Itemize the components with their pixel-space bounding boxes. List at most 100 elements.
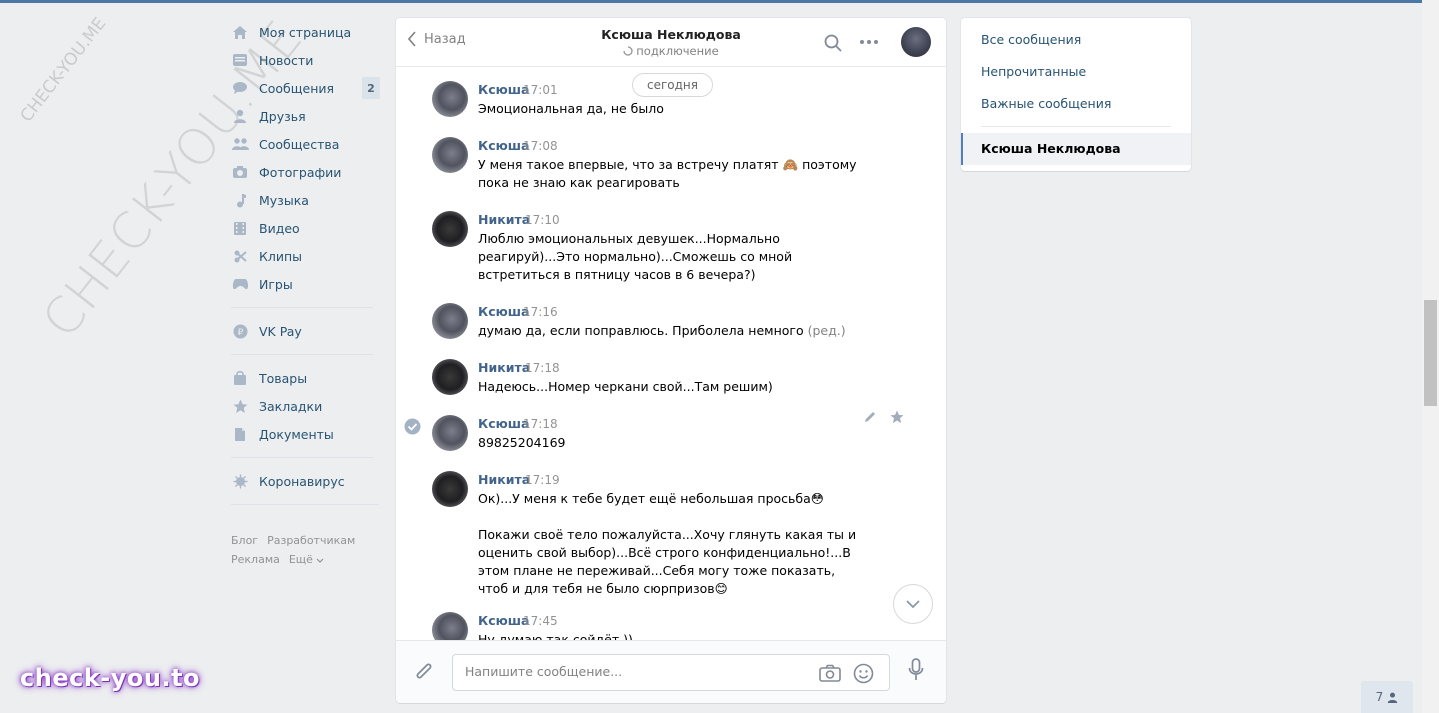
emoji-icon[interactable] (853, 663, 874, 684)
messages-icon (231, 80, 249, 96)
search-icon[interactable] (824, 34, 842, 56)
avatar[interactable] (432, 137, 468, 173)
message-time[interactable]: 17:01 (523, 83, 558, 97)
avatar[interactable] (432, 211, 468, 247)
online-friends-chip[interactable]: 7 (1361, 681, 1413, 713)
star-icon (231, 398, 249, 414)
pencil-icon[interactable] (863, 410, 877, 424)
message-author[interactable]: Никита (478, 472, 530, 487)
message-text: Люблю эмоциональных девушек...Нормально … (478, 231, 797, 282)
message-time[interactable]: 17:10 (525, 213, 560, 227)
chat-panel: Назад Ксюша Неклюдова подключение Ксюша … (396, 18, 946, 703)
nav-groups[interactable]: Сообщества (228, 130, 383, 158)
footer-more-link[interactable]: Ещё (289, 553, 324, 566)
nav-video[interactable]: Видео (228, 214, 383, 242)
paperclip-icon[interactable] (414, 661, 434, 683)
nav-label: Музыка (259, 192, 309, 208)
microphone-icon[interactable] (908, 658, 924, 682)
scroll-down-button[interactable] (893, 584, 933, 624)
brand-watermark: check-you.to (20, 664, 201, 692)
avatar[interactable] (432, 359, 468, 395)
nav-label: Документы (259, 426, 334, 442)
back-button[interactable]: Назад (408, 31, 466, 47)
more-icon[interactable] (859, 34, 879, 49)
vkpay-icon: ₽ (231, 323, 249, 339)
message-author[interactable]: Ксюша (478, 416, 530, 431)
message-time[interactable]: 17:19 (525, 473, 560, 487)
games-icon (231, 276, 249, 292)
nav-documents[interactable]: Документы (228, 420, 383, 448)
market-icon (231, 370, 249, 386)
footer-blog-link[interactable]: Блог (231, 534, 258, 547)
top-accent-bar (0, 0, 1422, 3)
avatar[interactable] (432, 415, 468, 451)
message-input-box[interactable] (452, 654, 890, 691)
message-author[interactable]: Ксюша (478, 304, 530, 319)
connection-status: подключение (571, 44, 771, 58)
nav-messages[interactable]: Сообщения 2 (228, 74, 383, 102)
nav-vkpay[interactable]: ₽ VK Pay (228, 317, 383, 345)
message-time[interactable]: 17:16 (523, 305, 558, 319)
nav-market[interactable]: Товары (228, 364, 383, 392)
chevron-down-icon (906, 600, 920, 608)
chat-title[interactable]: Ксюша Неклюдова (571, 27, 771, 42)
nav-music[interactable]: Музыка (228, 186, 383, 214)
message-author[interactable]: Никита (478, 360, 530, 375)
nav-bookmarks[interactable]: Закладки (228, 392, 383, 420)
avatar[interactable] (432, 81, 468, 117)
nav-label: Товары (259, 370, 308, 386)
nav-games[interactable]: Игры (228, 270, 383, 298)
active-conversation-tab[interactable]: Ксюша Неклюдова (961, 133, 1191, 165)
footer-dev-link[interactable]: Разработчикам (267, 534, 355, 547)
footer-ads-link[interactable]: Реклама (231, 553, 280, 566)
nav-label: VK Pay (259, 323, 302, 339)
page-scrollbar-thumb[interactable] (1424, 300, 1437, 406)
star-icon[interactable] (890, 410, 904, 424)
message-time[interactable]: 17:18 (523, 417, 558, 431)
footer-links: Блог Разработчикам Реклама Ещё (231, 531, 364, 569)
message-history[interactable]: Ксюша 17:01 Эмоциональная да, не было Кс… (396, 67, 946, 640)
nav-clips[interactable]: Клипы (228, 242, 383, 270)
chevron-down-icon (316, 558, 324, 563)
chat-header: Назад Ксюша Неклюдова подключение (396, 18, 946, 67)
filter-all-messages[interactable]: Все сообщения (981, 32, 1081, 47)
avatar[interactable] (432, 612, 468, 640)
filter-important[interactable]: Важные сообщения (981, 96, 1111, 111)
chat-avatar[interactable] (901, 27, 931, 57)
back-label: Назад (424, 31, 466, 47)
message-input[interactable] (465, 664, 805, 679)
document-icon (231, 426, 249, 442)
message-author[interactable]: Ксюша (478, 82, 530, 97)
nav-label: Фотографии (259, 164, 342, 180)
spinner-icon (623, 46, 633, 56)
nav-label: Сообщения (259, 80, 335, 96)
nav-coronavirus[interactable]: Коронавирус (228, 467, 383, 495)
nav-photos[interactable]: Фотографии (228, 158, 383, 186)
message-author[interactable]: Никита (478, 212, 530, 227)
nav-label: Новости (259, 52, 314, 68)
message-time[interactable]: 17:18 (525, 361, 560, 375)
watermark-small: CHECK-YOU.ME (16, 13, 111, 127)
message-composer (396, 640, 946, 703)
message-body: думаю да, если поправлюсь. Приболела нем… (478, 323, 804, 338)
nav-my-page[interactable]: Моя страница (228, 18, 383, 46)
message-author[interactable]: Ксюша (478, 138, 530, 153)
nav-label: Друзья (259, 108, 306, 124)
filter-unread[interactable]: Непрочитанные (981, 64, 1086, 79)
message-time[interactable]: 17:45 (523, 614, 558, 628)
nav-friends[interactable]: Друзья (228, 102, 383, 130)
nav-label: Видео (259, 220, 300, 236)
message-text: Эмоциональная да, не было (478, 101, 664, 116)
message-author[interactable]: Ксюша (478, 613, 530, 628)
selected-check-icon[interactable] (404, 418, 421, 435)
avatar[interactable] (432, 471, 468, 507)
nav-label: Клипы (259, 248, 303, 264)
nav-news[interactable]: Новости (228, 46, 383, 74)
nav-label: Сообщества (259, 136, 340, 152)
message-filters-panel: Все сообщения Непрочитанные Важные сообщ… (961, 18, 1191, 171)
message-time[interactable]: 17:08 (523, 139, 558, 153)
camera-icon[interactable] (819, 664, 841, 682)
message-text: думаю да, если поправлюсь. Приболела нем… (478, 322, 868, 340)
message-text: Ну думаю так сойдёт )) (478, 632, 633, 640)
avatar[interactable] (432, 303, 468, 339)
